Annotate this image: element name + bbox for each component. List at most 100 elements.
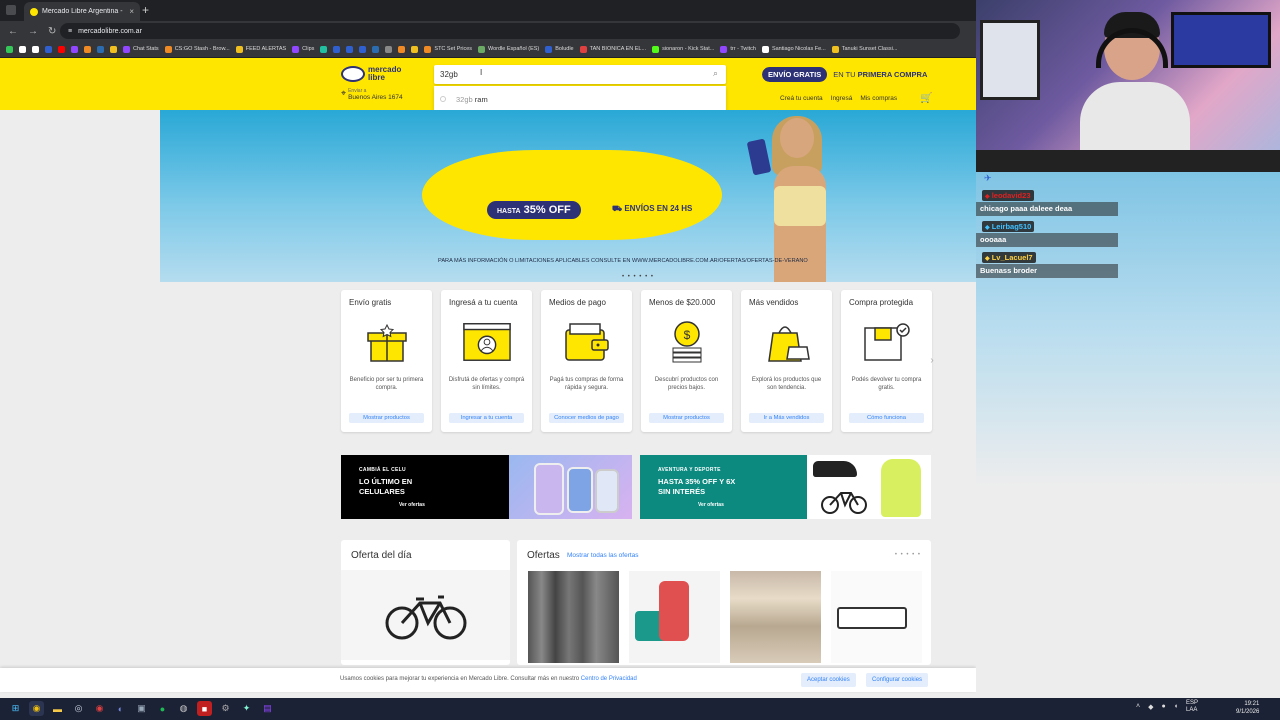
bookmark-item[interactable] [372,45,380,53]
bookmark-item[interactable] [333,45,341,53]
shipping-location[interactable]: ⌖ Enviar a Buenos Aires 1674 [341,88,403,101]
bookmark-item[interactable] [19,45,26,53]
create-account-link[interactable]: Creá tu cuenta [780,95,823,102]
banner-link[interactable]: Ver ofertas [399,502,425,508]
hero-banner[interactable]: HASTA 35% OFF ⛟ ENVÍOS EN 24 HS PARA MÁS… [160,110,976,282]
streamlabs-icon[interactable]: ✦ [239,701,254,716]
discord-icon[interactable]: ◐ [113,701,128,716]
benefit-card[interactable]: Envío gratis Beneficio por ser tu primera… [341,290,432,432]
language-indicator[interactable]: ESP LAA [1186,700,1198,714]
card-button[interactable]: Ir a Más vendidos [749,413,824,423]
benefit-card[interactable]: Ingresá a tu cuenta Disfrutá de ofertas y… [441,290,532,432]
bookmark-item[interactable] [411,45,419,53]
bookmark-item[interactable]: TAN BIONICA EN EL... [579,45,646,53]
bookmark-item[interactable]: sionaron - Kick Stat... [652,45,714,53]
bookmark-item[interactable] [58,45,65,53]
mic-icon[interactable]: ● [1161,703,1165,711]
chat-username[interactable]: ◆ Lv_Lacuel7 [982,252,1036,263]
app-window-icon[interactable]: ▣ [134,701,149,716]
tray-app-icon[interactable]: ◆ [1148,703,1153,711]
tray-chevron-icon[interactable]: ˄ [1136,703,1140,711]
site-info-icon[interactable]: ≡ [68,28,72,35]
forward-icon[interactable]: → [28,26,38,37]
accept-cookies-button[interactable]: Aceptar cookies [801,673,856,687]
bookmark-item[interactable]: CS:GO Stash - Brow... [164,45,230,53]
offers-pagination[interactable]: • • • • • [895,552,921,558]
banner-link[interactable]: Ver ofertas [698,502,724,508]
bookmark-item[interactable]: trr - Twitch [720,45,756,53]
bookmark-item[interactable] [346,45,354,53]
bookmark-item[interactable] [32,45,39,53]
bookmark-item[interactable] [6,45,13,53]
bookmark-item[interactable] [45,45,52,53]
chrome-icon[interactable]: ◉ [29,701,44,716]
deal-of-the-day[interactable]: Oferta del día [341,540,510,665]
chrome-alt-icon[interactable]: ◉ [92,701,107,716]
configure-cookies-button[interactable]: Configurar cookies [866,673,929,687]
bicycle-product-image[interactable] [341,570,510,660]
spotify-icon[interactable]: ● [155,701,170,716]
bookmark-item[interactable]: Tanuki Sunset Classi... [831,45,897,53]
bookmark-item[interactable]: Wordle Español (ES) [478,45,539,53]
media-app-icon[interactable]: ■ [197,701,212,716]
benefit-card[interactable]: Menos de $20.000 $ Descubrí productos con … [641,290,732,432]
benefit-card[interactable]: Más vendidos Explorá los productos que so… [741,290,832,432]
tab-search-icon[interactable] [6,5,16,15]
carousel-next-button[interactable]: › [925,354,939,368]
card-button[interactable]: Mostrar productos [649,413,724,423]
bookmark-item[interactable] [320,45,328,53]
sports-banner[interactable]: AVENTURA Y DEPORTE HASTA 35% OFF Y 6X SI… [640,455,931,519]
address-bar[interactable]: ≡ mercadolibre.com.ar [60,23,960,39]
cart-icon[interactable]: 🛒 [920,93,932,104]
privacy-center-link[interactable]: Centro de Privacidad [581,676,637,682]
bookmark-item[interactable]: Chat Stats [123,45,159,53]
bookmark-item[interactable] [84,45,91,53]
card-button[interactable]: Ingresar a tu cuenta [449,413,524,423]
steam-icon[interactable]: ◎ [71,701,86,716]
settings-icon[interactable]: ⚙ [218,701,233,716]
chat-username[interactable]: ◆ Leirbag510 [982,221,1035,232]
bookmark-item[interactable] [71,45,78,53]
benefit-card[interactable]: Compra protegida Podés devolver tu compra… [841,290,932,432]
bookmark-item[interactable] [359,45,367,53]
my-purchases-link[interactable]: Mis compras [860,95,897,102]
search-suggestion[interactable]: 32gb ram [434,90,726,109]
file-explorer-icon[interactable]: ▬ [50,701,65,716]
bookmark-item[interactable] [385,45,393,53]
hero-pagination[interactable]: • • • • • • [622,274,654,280]
bookmark-item[interactable]: Santiago Nicolas Fe... [761,45,826,53]
card-button[interactable]: Mostrar productos [349,413,424,423]
drill-product-image[interactable] [629,571,720,663]
curtains-product-image[interactable] [528,571,619,663]
new-tab-button[interactable]: + [142,3,149,17]
bookmark-item[interactable] [398,45,406,53]
obs-icon[interactable]: ◍ [176,701,191,716]
twitch-app-icon[interactable]: ▤ [260,701,275,716]
browser-tab[interactable]: Mercado Libre Argentina - Env × [24,2,140,21]
bookmark-item[interactable]: Boludle [545,45,574,53]
phones-banner[interactable]: CAMBIÁ EL CELU LO ÚLTIMO EN CELULARES Ve… [341,455,632,519]
search-icon[interactable]: ⌕ [713,68,718,79]
bookmark-favicon-icon [545,45,553,53]
bookmark-item[interactable]: Clips [292,45,314,53]
bookmark-item[interactable]: FEED ALERTAS [235,45,286,53]
volume-icon[interactable]: ◖ [1174,703,1178,711]
mattress-product-image[interactable] [831,571,922,663]
taskbar-clock[interactable]: 19:21 9/1/2026 [1236,700,1259,716]
back-icon[interactable]: ← [8,26,18,37]
chat-username[interactable]: ◆ leodavid23 [982,190,1034,201]
card-button[interactable]: Conocer medios de pago [549,413,624,423]
benefit-card[interactable]: Medios de pago Pagá tus compras de forma … [541,290,632,432]
windows-start-icon[interactable]: ⊞ [8,701,23,716]
bookmark-item[interactable]: STC Set Prices [424,45,472,53]
bookmark-item[interactable] [97,45,104,53]
reload-icon[interactable]: ↻ [48,26,56,37]
tab-close-icon[interactable]: × [129,7,134,16]
card-button[interactable]: Cómo funciona [849,413,924,423]
bedding-product-image[interactable] [730,571,821,663]
bookmark-item[interactable] [110,45,117,53]
search-input[interactable]: 32gb ⌕ [434,65,726,84]
show-all-offers-link[interactable]: Mostrar todas las ofertas [567,552,639,559]
mercadolibre-logo[interactable]: mercado libre [341,66,408,82]
login-link[interactable]: Ingresá [831,95,853,102]
